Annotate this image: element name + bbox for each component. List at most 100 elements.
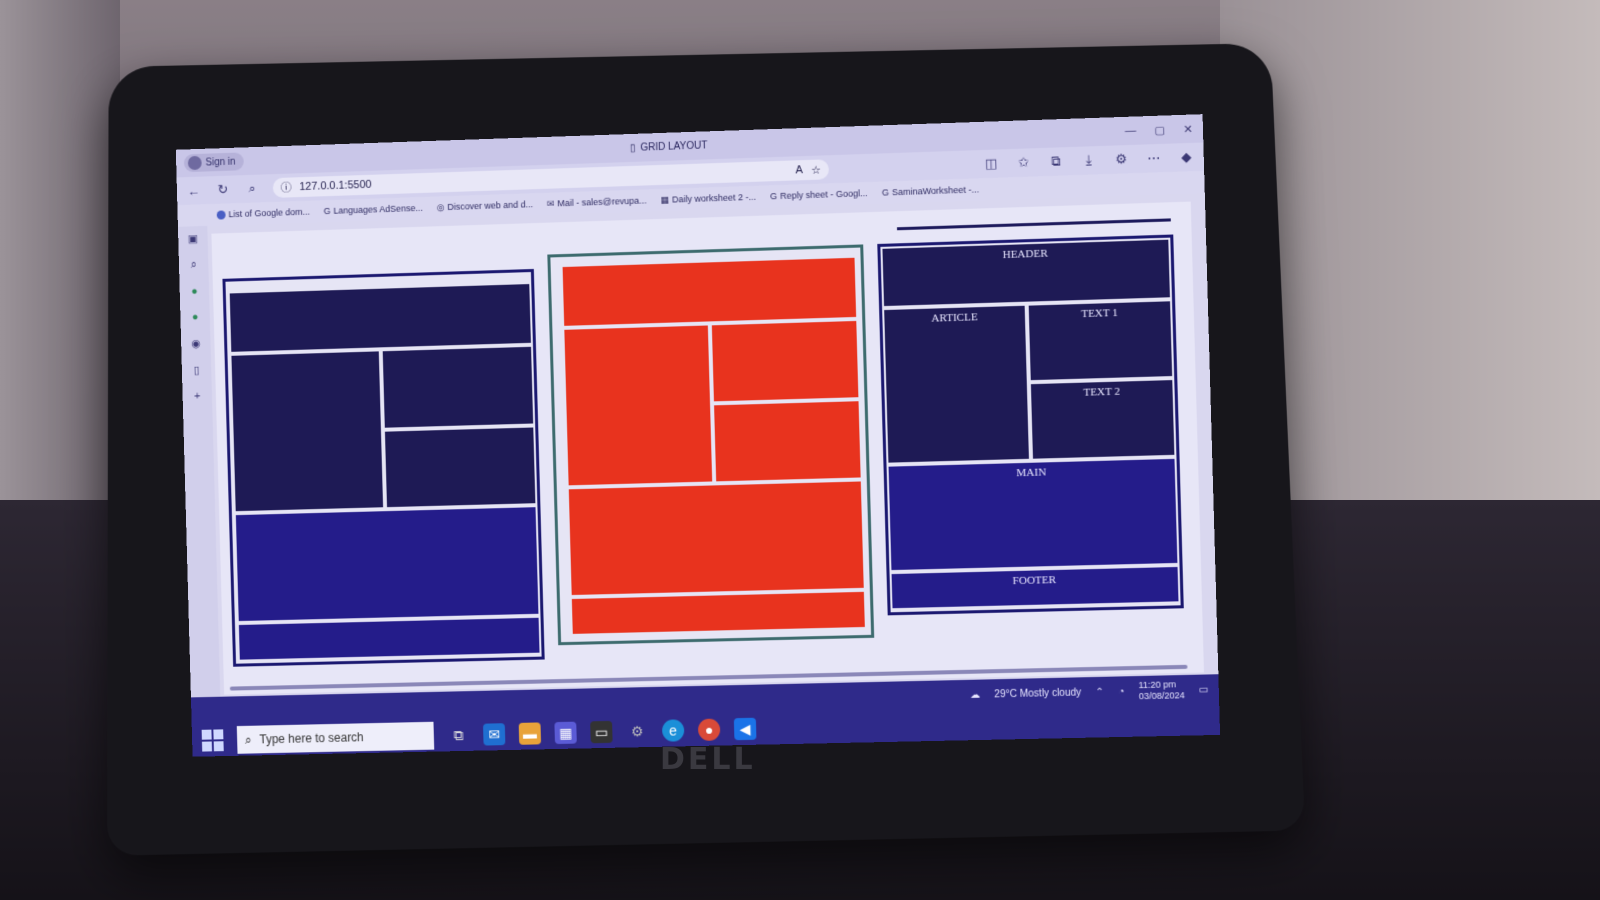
wifi-icon[interactable]: ◔ (1118, 686, 1124, 697)
google-icon: G (323, 205, 331, 217)
search-icon[interactable]: ⌕ (243, 181, 261, 197)
store-icon[interactable]: ▦ (554, 721, 577, 745)
bookmark-item[interactable]: ◎ Discover web and d... (436, 199, 533, 213)
grid-header (229, 284, 531, 352)
grid-main (568, 481, 864, 595)
favorite-star-icon[interactable]: ☆ (811, 163, 821, 176)
mail-icon: ✉ (546, 197, 555, 209)
grid-text2: TEXT 2 (1030, 380, 1175, 459)
settings-icon[interactable]: ⚙ (626, 720, 649, 742)
grid-article (564, 325, 713, 486)
refresh-icon[interactable]: ↻ (214, 182, 232, 198)
page-content: HEADER ARTICLE TEXT 1 TEXT 2 MAIN FOOTER (211, 201, 1204, 695)
google-icon: G (881, 187, 889, 198)
laptop-brand-logo: DELL (660, 742, 756, 777)
grid-main (235, 507, 539, 621)
tabs-icon[interactable]: ▣ (188, 232, 198, 245)
search-icon: ⌕ (244, 732, 252, 747)
grid-layout (562, 257, 865, 634)
signin-button[interactable]: Sign in (183, 152, 244, 173)
grid-panel-red (547, 244, 875, 646)
bookmark-icon (216, 209, 226, 220)
grid-text1: TEXT 1 (1028, 301, 1173, 381)
discover-icon: ◎ (436, 201, 445, 212)
close-icon[interactable]: ✕ (1183, 122, 1193, 135)
bookmark-item[interactable]: G Languages AdSense... (324, 203, 423, 216)
tab-title[interactable]: ▯ GRID LAYOUT (630, 140, 708, 154)
grid-panel-labeled: HEADER ARTICLE TEXT 1 TEXT 2 MAIN FOOTER (877, 234, 1184, 616)
grid-text1 (711, 320, 859, 402)
bookmark-label: Daily worksheet 2 -... (671, 191, 757, 205)
grid-panel-blue (222, 268, 545, 667)
grid-footer: FOOTER (891, 566, 1179, 609)
bookmark-label: Mail - sales@revupa... (557, 195, 647, 209)
back-icon[interactable]: ← (185, 183, 203, 198)
signin-label: Sign in (205, 156, 236, 169)
bookmark-label: List of Google dom... (228, 206, 311, 220)
chrome-browser-icon[interactable]: ● (697, 718, 721, 741)
profile-icon (187, 155, 202, 171)
bookmark-label: Discover web and d... (447, 199, 534, 212)
grid-text1 (382, 346, 534, 428)
vscode-icon[interactable]: ◀ (733, 717, 757, 741)
github-icon[interactable]: ◉ (191, 337, 201, 350)
tab-title-label: GRID LAYOUT (640, 139, 708, 154)
system-tray: ☁ 29°C Mostly cloudy ⌃ ◔ 11:20 pm 03/08/… (970, 678, 1209, 705)
bookmark-item[interactable]: G SaminaWorksheet -... (882, 184, 980, 197)
grid-text2 (384, 427, 536, 508)
maximize-icon[interactable]: ▢ (1154, 123, 1165, 136)
whatsapp-icon[interactable]: ● (192, 311, 199, 323)
toolbar-right: ◫ ✩ ⧉ ⤓ ⚙ ⋯ ◆ (982, 149, 1196, 172)
chevron-up-icon[interactable]: ⌃ (1095, 686, 1104, 697)
bookmark-item[interactable]: G Reply sheet - Googl... (770, 188, 868, 201)
divider (896, 218, 1171, 231)
page-icon: ▯ (629, 142, 636, 154)
task-view-icon[interactable]: ⧉ (447, 724, 469, 746)
grid-article: ARTICLE (884, 305, 1029, 463)
weather-text[interactable]: 29°C Mostly cloudy (994, 687, 1081, 700)
grid-main: MAIN (888, 459, 1178, 570)
file-explorer-icon[interactable]: ▬ (518, 722, 542, 745)
date-text: 03/08/2024 (1138, 690, 1185, 702)
bookmark-item[interactable]: List of Google dom... (216, 206, 311, 220)
weather-icon[interactable]: ☁ (970, 689, 980, 700)
info-icon[interactable]: ⓘ (281, 179, 292, 195)
document-icon[interactable]: ▯ (193, 364, 199, 377)
bookmark-label: Languages AdSense... (333, 202, 423, 216)
bookmark-label: Reply sheet - Googl... (780, 188, 868, 201)
bookmark-label: SaminaWorksheet -... (891, 184, 980, 198)
grid-header: HEADER (882, 239, 1170, 307)
collections-icon[interactable]: ⧉ (1047, 153, 1066, 170)
grid-footer (571, 591, 865, 634)
edge-browser-icon[interactable]: e (661, 719, 685, 742)
url-text: 127.0.0.1:5500 (299, 178, 372, 194)
notification-icon[interactable]: ▭ (1199, 684, 1209, 695)
wall-left (0, 0, 120, 520)
google-icon: G (770, 191, 778, 202)
grid-text2 (714, 401, 861, 482)
split-screen-icon[interactable]: ◫ (982, 155, 1001, 172)
extensions-icon[interactable]: ⚙ (1112, 151, 1131, 168)
window-controls: — ▢ ✕ (1125, 122, 1193, 137)
terminal-icon[interactable]: ▭ (590, 720, 613, 744)
downloads-icon[interactable]: ⤓ (1079, 152, 1098, 169)
taskbar-search[interactable]: ⌕ Type here to search (236, 721, 435, 754)
whatsapp-icon[interactable]: ● (191, 286, 198, 298)
grid-header (562, 257, 857, 326)
copilot-icon[interactable]: ◆ (1177, 149, 1196, 166)
more-menu-icon[interactable]: ⋯ (1144, 150, 1163, 167)
clock[interactable]: 11:20 pm 03/08/2024 (1138, 679, 1185, 702)
grid-article (231, 351, 384, 512)
bookmark-item[interactable]: ▦ Daily worksheet 2 -... (660, 191, 756, 205)
search-icon[interactable]: ⌕ (190, 259, 196, 272)
read-aloud-icon[interactable]: A (795, 164, 803, 176)
minimize-icon[interactable]: — (1125, 124, 1137, 138)
sheets-icon: ▦ (660, 194, 670, 205)
add-icon[interactable]: + (194, 390, 201, 402)
windows-start-icon[interactable] (201, 729, 224, 752)
favorites-icon[interactable]: ✩ (1014, 154, 1033, 171)
bookmark-item[interactable]: ✉ Mail - sales@revupa... (547, 195, 647, 209)
search-placeholder: Type here to search (259, 730, 364, 747)
mail-app-icon[interactable]: ✉ (482, 723, 506, 746)
grid-layout (229, 284, 540, 660)
